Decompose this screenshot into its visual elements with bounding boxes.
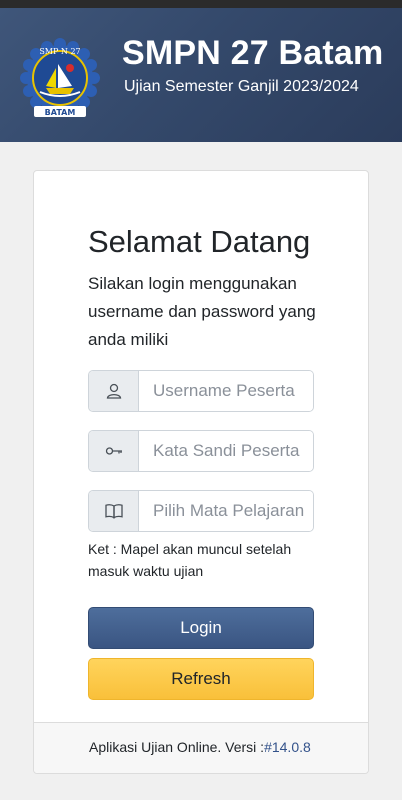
login-button[interactable]: Login — [88, 607, 314, 649]
subject-note: Ket : Mapel akan muncul setelah masuk wa… — [88, 541, 292, 579]
password-input[interactable] — [139, 431, 313, 471]
logo-text-top: SMP N 27 — [39, 47, 80, 56]
username-group — [88, 370, 314, 412]
user-icon — [89, 371, 139, 411]
footer-text: Aplikasi Ujian Online. Versi :#14.0.8 — [89, 739, 311, 755]
username-input[interactable] — [139, 371, 313, 411]
exam-name: Ujian Semester Ganjil 2023/2024 — [124, 78, 359, 95]
subject-group — [88, 490, 314, 532]
school-name: SMPN 27 Batam — [122, 34, 384, 72]
key-icon — [89, 431, 139, 471]
version-link[interactable]: #14.0.8 — [264, 739, 311, 755]
password-group — [88, 430, 314, 472]
logo-text-bottom: BATAM — [45, 108, 76, 117]
welcome-title: Selamat Datang — [88, 224, 311, 259]
login-instructions: Silakan login menggunakan username dan p… — [88, 274, 316, 349]
school-logo: SMP N 27 BATAM — [20, 38, 100, 117]
top-status-strip — [0, 0, 402, 8]
footer-label: Aplikasi Ujian Online. Versi : — [89, 739, 265, 755]
app-header: SMP N 27 BATAM SMPN 27 Batam Ujian Semes… — [0, 8, 402, 142]
subject-select[interactable] — [139, 491, 313, 531]
refresh-button[interactable]: Refresh — [88, 658, 314, 700]
book-icon — [89, 491, 139, 531]
